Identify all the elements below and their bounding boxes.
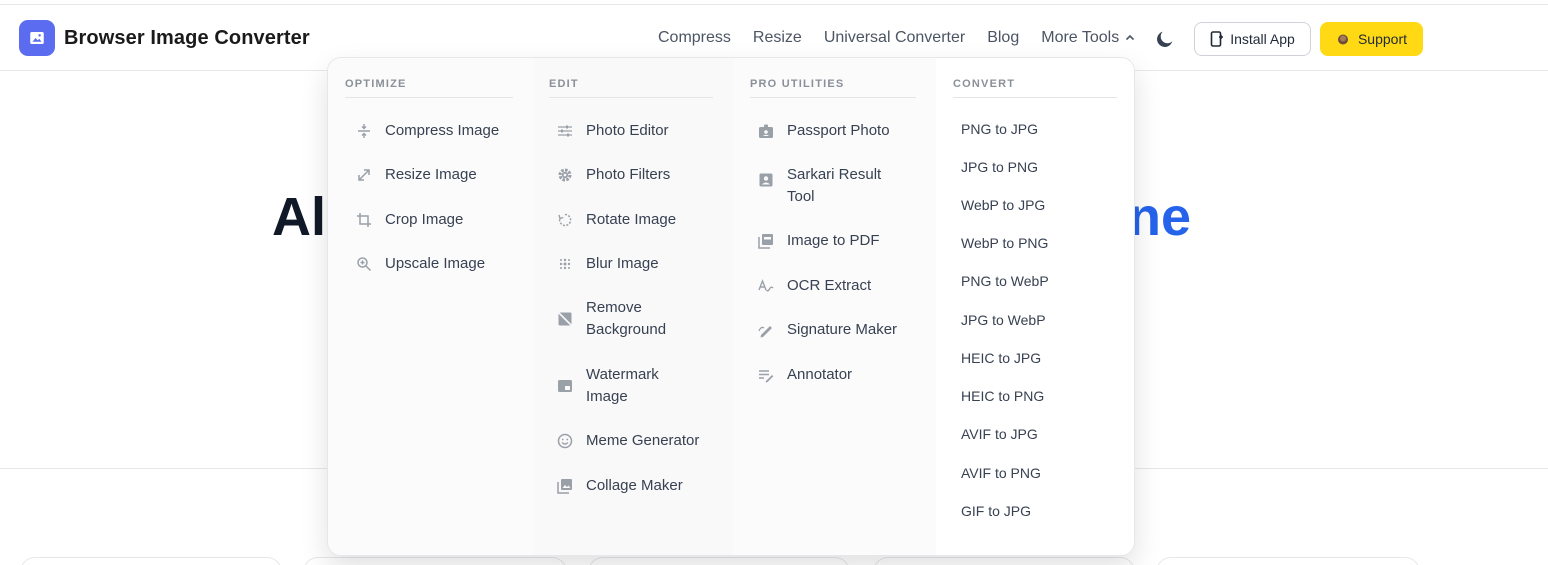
menu-item-label: Remove Background bbox=[586, 299, 667, 338]
card bbox=[1156, 557, 1420, 565]
card bbox=[588, 557, 850, 565]
menu-item-crop-image[interactable]: Crop Image bbox=[356, 209, 463, 231]
menu-item-label: Photo Editor bbox=[586, 122, 669, 139]
logo-image-icon bbox=[19, 20, 55, 56]
convert-avif-to-jpg[interactable]: AVIF to JPG bbox=[961, 426, 1038, 442]
crop-icon bbox=[357, 213, 371, 227]
moon-icon[interactable] bbox=[1154, 28, 1176, 50]
pro-utilities-column: PRO UTILITIES Passport Photo Sarkari Res… bbox=[733, 58, 936, 555]
menu-item-remove-background[interactable]: Remove Background bbox=[557, 297, 666, 341]
optimize-column: OPTIMIZE Compress Image Resize Image Cro… bbox=[328, 58, 534, 555]
menu-item-label: Compress Image bbox=[385, 122, 500, 139]
menu-item-compress-image[interactable]: Compress Image bbox=[356, 120, 499, 142]
convert-jpg-to-webp[interactable]: JPG to WebP bbox=[961, 312, 1046, 328]
install-app-button[interactable]: Install App bbox=[1194, 22, 1311, 56]
convert-gif-to-jpg[interactable]: GIF to JPG bbox=[961, 503, 1031, 519]
more-tools-dropdown: OPTIMIZE Compress Image Resize Image Cro… bbox=[327, 57, 1135, 556]
rotate-icon bbox=[558, 213, 572, 227]
card bbox=[873, 557, 1135, 565]
brand-name: Browser Image Converter bbox=[64, 26, 310, 49]
collage-icon bbox=[557, 479, 572, 494]
menu-item-photo-filters[interactable]: Photo Filters bbox=[557, 164, 670, 186]
convert-heic-to-png[interactable]: HEIC to PNG bbox=[961, 388, 1044, 404]
nav-more-tools-label: More Tools bbox=[1041, 29, 1120, 46]
card bbox=[20, 557, 282, 565]
chevron-up-icon bbox=[1126, 34, 1135, 41]
install-app-label: Install App bbox=[1230, 31, 1295, 47]
convert-column: CONVERT PNG to JPG JPG to PNG WebP to JP… bbox=[936, 58, 1134, 555]
pro-utilities-heading: PRO UTILITIES bbox=[750, 78, 916, 98]
optimize-heading: OPTIMIZE bbox=[345, 78, 513, 98]
pdf-icon bbox=[758, 234, 773, 249]
brand-link[interactable]: Browser Image Converter bbox=[19, 20, 310, 56]
menu-item-label: Blur Image bbox=[586, 255, 659, 272]
menu-item-label: OCR Extract bbox=[787, 277, 872, 294]
menu-item-label: Image to PDF bbox=[787, 232, 880, 249]
nav-more-tools[interactable]: More Tools bbox=[1041, 29, 1136, 47]
sliders-icon bbox=[558, 125, 572, 137]
menu-item-collage-maker[interactable]: Collage Maker bbox=[557, 475, 683, 497]
nav-universal-converter[interactable]: Universal Converter bbox=[824, 29, 965, 47]
annotate-icon bbox=[759, 370, 774, 383]
menu-item-signature-maker[interactable]: Signature Maker bbox=[758, 319, 897, 341]
menu-item-blur-image[interactable]: Blur Image bbox=[557, 253, 659, 275]
menu-item-passport-photo[interactable]: Passport Photo bbox=[758, 120, 890, 142]
menu-item-meme-generator[interactable]: Meme Generator bbox=[557, 430, 699, 452]
menu-item-label: Signature Maker bbox=[787, 321, 898, 338]
resize-arrow-icon bbox=[358, 169, 370, 181]
menu-item-label: Passport Photo bbox=[787, 122, 890, 139]
nav-resize[interactable]: Resize bbox=[753, 29, 802, 47]
menu-item-label: Upscale Image bbox=[385, 255, 486, 272]
watermark-icon bbox=[558, 380, 572, 392]
menu-item-ocr-extract[interactable]: OCR Extract bbox=[758, 275, 871, 297]
convert-jpg-to-png[interactable]: JPG to PNG bbox=[961, 159, 1038, 175]
menu-item-upscale-image[interactable]: Upscale Image bbox=[356, 253, 485, 275]
blur-icon bbox=[559, 258, 571, 270]
convert-webp-to-jpg[interactable]: WebP to JPG bbox=[961, 197, 1045, 213]
convert-heic-to-jpg[interactable]: HEIC to JPG bbox=[961, 350, 1041, 366]
compress-icon bbox=[358, 124, 370, 138]
support-label: Support bbox=[1357, 31, 1408, 47]
install-phone-icon bbox=[1210, 31, 1224, 47]
hero-title-right: ne bbox=[1128, 187, 1192, 247]
coffee-icon bbox=[1337, 34, 1348, 45]
hero-title-left: Al bbox=[272, 187, 326, 247]
menu-item-label: Annotator bbox=[787, 366, 853, 383]
portrait-icon bbox=[759, 173, 773, 187]
edit-heading: EDIT bbox=[549, 78, 713, 98]
hide-image-icon bbox=[557, 311, 573, 327]
nav-compress[interactable]: Compress bbox=[658, 29, 731, 47]
id-badge-icon bbox=[759, 124, 773, 138]
smiley-icon bbox=[557, 433, 573, 449]
gear-icon bbox=[558, 168, 572, 182]
menu-item-label: Collage Maker bbox=[586, 477, 683, 494]
menu-item-annotator[interactable]: Annotator bbox=[758, 364, 852, 386]
nav-blog[interactable]: Blog bbox=[987, 29, 1019, 47]
menu-item-photo-editor[interactable]: Photo Editor bbox=[557, 120, 669, 142]
convert-avif-to-png[interactable]: AVIF to PNG bbox=[961, 465, 1041, 481]
support-button[interactable]: Support bbox=[1320, 22, 1423, 56]
zoom-in-icon bbox=[357, 257, 372, 272]
menu-item-label: Photo Filters bbox=[586, 166, 671, 183]
edit-column: EDIT Photo Editor Photo Filters Rotate I… bbox=[534, 58, 733, 555]
convert-png-to-webp[interactable]: PNG to WebP bbox=[961, 273, 1049, 289]
convert-heading: CONVERT bbox=[953, 78, 1117, 98]
menu-item-sarkari-result-tool[interactable]: Sarkari Result Tool bbox=[758, 164, 881, 208]
signature-icon bbox=[758, 326, 772, 338]
menu-item-label: Sarkari Result Tool bbox=[787, 166, 882, 205]
menu-item-label: Watermark Image bbox=[586, 366, 659, 405]
main-nav: Compress Resize Universal Converter Blog… bbox=[658, 29, 1158, 47]
convert-webp-to-png[interactable]: WebP to PNG bbox=[961, 235, 1048, 251]
card bbox=[303, 557, 567, 565]
menu-item-watermark-image[interactable]: Watermark Image bbox=[557, 364, 659, 408]
menu-item-resize-image[interactable]: Resize Image bbox=[356, 164, 477, 186]
convert-png-to-jpg[interactable]: PNG to JPG bbox=[961, 121, 1038, 137]
menu-item-label: Meme Generator bbox=[586, 432, 700, 449]
menu-item-image-to-pdf[interactable]: Image to PDF bbox=[758, 230, 880, 252]
menu-item-rotate-image[interactable]: Rotate Image bbox=[557, 209, 676, 231]
menu-item-label: Crop Image bbox=[385, 211, 464, 228]
menu-item-label: Rotate Image bbox=[586, 211, 677, 228]
ocr-icon bbox=[758, 279, 774, 292]
menu-item-label: Resize Image bbox=[385, 166, 477, 183]
